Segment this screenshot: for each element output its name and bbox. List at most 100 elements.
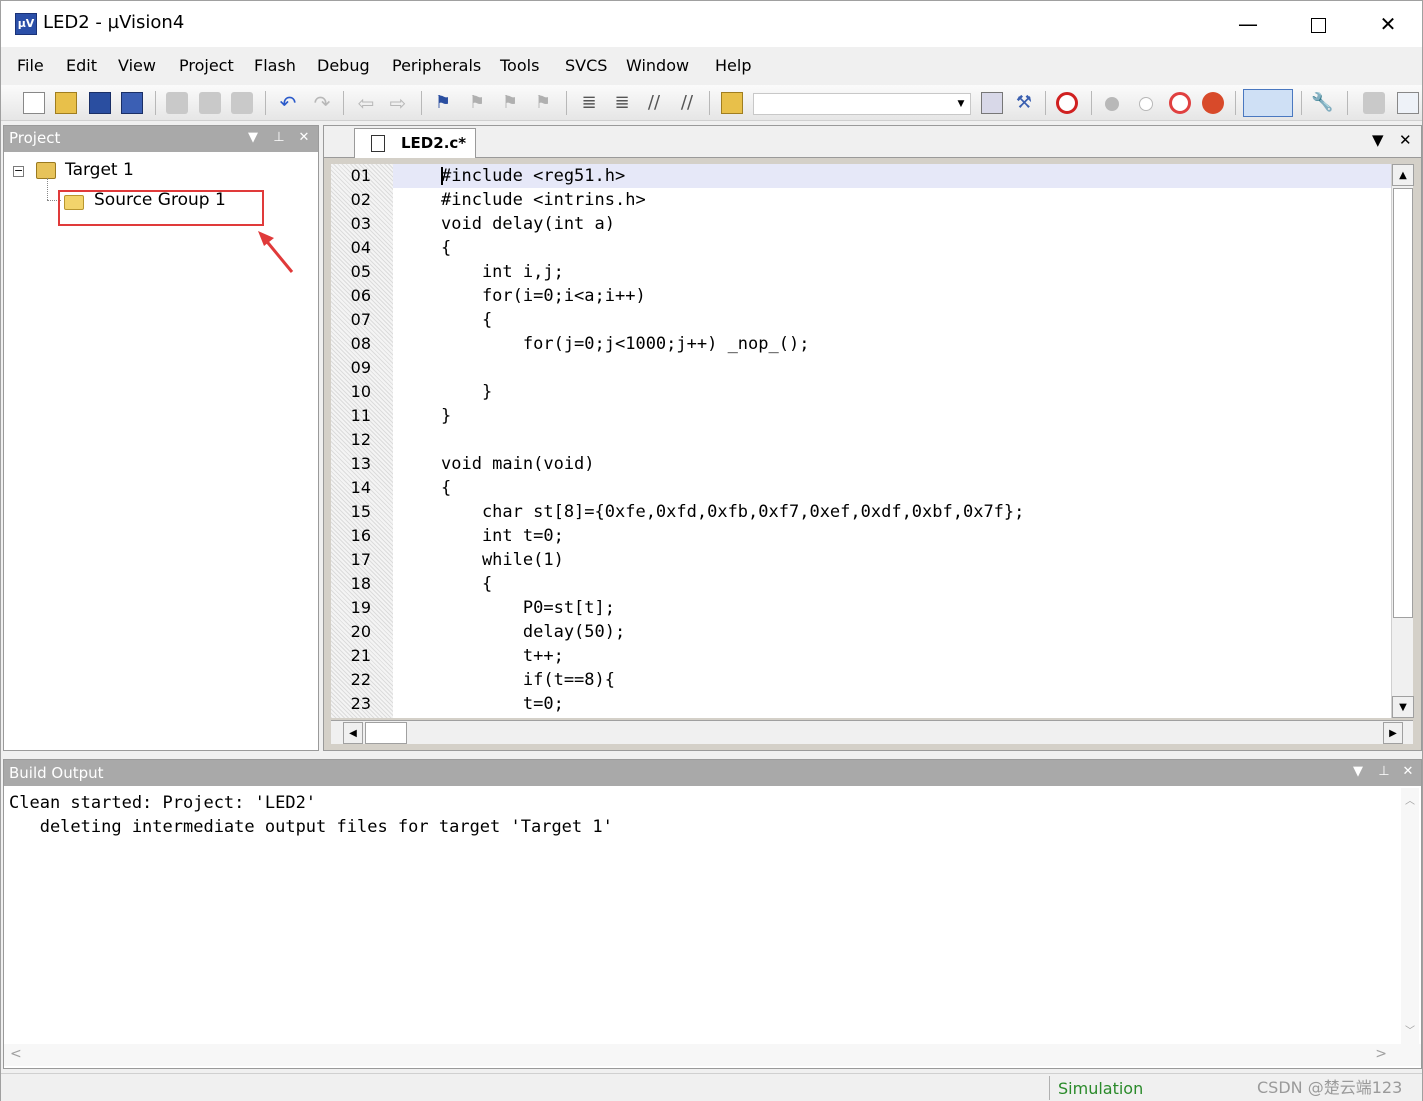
code-line[interactable]: while(1) xyxy=(393,548,1391,572)
code-line[interactable]: void delay(int a) xyxy=(393,212,1391,236)
paste-icon[interactable] xyxy=(231,92,253,114)
build-output-text: Clean started: Project: 'LED2' deleting … xyxy=(9,791,613,839)
panel-close-icon[interactable]: ✕ xyxy=(295,129,313,147)
cut-icon[interactable] xyxy=(166,92,188,114)
build-vertical-scrollbar[interactable]: ︿ ﹀ xyxy=(1401,788,1419,1044)
code-editor[interactable]: #include <reg51.h> #include <intrins.h> vo… xyxy=(393,164,1391,718)
indent-icon[interactable]: ≣ xyxy=(578,92,600,114)
find-in-files-icon[interactable] xyxy=(721,92,743,114)
unindent-icon[interactable]: ≣ xyxy=(611,92,633,114)
code-line[interactable]: #include <intrins.h> xyxy=(393,188,1391,212)
tab-list-icon[interactable]: ▼ xyxy=(1372,131,1384,149)
scroll-left-icon[interactable]: ◀ xyxy=(343,722,363,744)
line-number: 18 xyxy=(350,574,371,593)
scroll-thumb[interactable] xyxy=(1393,188,1413,618)
panel-menu-icon[interactable]: ▼ xyxy=(1349,763,1367,781)
nav-forward-icon[interactable]: ⇨ xyxy=(387,92,409,114)
maximize-icon xyxy=(1310,18,1326,33)
line-numbers: 01 02 03 04 05 06 07 08 09 10 11 12 13 14 15 16 17 18 19 20… xyxy=(331,164,393,716)
new-file-icon[interactable] xyxy=(23,92,45,114)
disable-breakpoint-icon[interactable] xyxy=(1139,97,1153,111)
tree-item-target[interactable]: Target 1 xyxy=(65,160,134,180)
save-icon[interactable] xyxy=(89,92,111,114)
menu-view[interactable]: View xyxy=(118,56,156,75)
code-line[interactable]: } xyxy=(393,380,1391,404)
hscroll-thumb[interactable] xyxy=(365,722,407,744)
start-debug-icon[interactable] xyxy=(1056,92,1078,114)
code-line[interactable]: { xyxy=(393,476,1391,500)
code-line[interactable]: for(j=0;j<1000;j++) _nop_(); xyxy=(393,332,1391,356)
target-combo[interactable]: ▼ xyxy=(753,93,971,115)
menu-window[interactable]: Window xyxy=(626,56,689,75)
code-line[interactable]: char st[8]={0xfe,0xfd,0xfb,0xf7,0xef,0xd… xyxy=(393,500,1391,524)
menu-edit[interactable]: Edit xyxy=(66,56,97,75)
code-line[interactable]: for(i=0;i<a;i++) xyxy=(393,284,1391,308)
vertical-scrollbar[interactable]: ▲ ▼ xyxy=(1391,164,1414,718)
open-folder-icon[interactable] xyxy=(55,92,77,114)
code-line[interactable]: t=0; xyxy=(393,692,1391,716)
menu-project[interactable]: Project xyxy=(179,56,234,75)
code-line[interactable]: void main(void) xyxy=(393,452,1391,476)
scroll-left-icon[interactable]: < xyxy=(10,1046,22,1062)
pin-icon[interactable]: ⊥ xyxy=(270,129,288,147)
code-line[interactable]: { xyxy=(393,308,1391,332)
breakpoint-icon[interactable] xyxy=(1105,97,1119,111)
code-line[interactable]: #include <reg51.h> xyxy=(393,164,1391,188)
disable-all-breakpoints-icon[interactable] xyxy=(1169,92,1191,114)
code-line[interactable]: if(t==8){ xyxy=(393,668,1391,692)
kill-breakpoints-icon[interactable] xyxy=(1202,92,1224,114)
bookmark-clear-icon[interactable]: ⚑ xyxy=(532,92,554,114)
bookmark-next-icon[interactable]: ⚑ xyxy=(499,92,521,114)
incremental-find-icon[interactable]: ⚒ xyxy=(1013,92,1035,114)
build-horizontal-scrollbar[interactable]: < > xyxy=(4,1044,1421,1066)
bookmark-icon[interactable]: ⚑ xyxy=(432,92,454,114)
find-icon[interactable] xyxy=(981,92,1003,114)
code-line[interactable] xyxy=(393,428,1391,452)
menu-help[interactable]: Help xyxy=(715,56,751,75)
comment-icon[interactable]: // xyxy=(643,92,665,114)
minimize-button[interactable]: — xyxy=(1213,1,1283,47)
code-line[interactable]: { xyxy=(393,572,1391,596)
save-all-icon[interactable] xyxy=(121,92,143,114)
code-line[interactable]: delay(50); xyxy=(393,620,1391,644)
pin-icon[interactable]: ⊥ xyxy=(1375,763,1393,781)
code-line[interactable]: t++; xyxy=(393,644,1391,668)
copy-icon[interactable] xyxy=(199,92,221,114)
horizontal-scrollbar[interactable]: ◀ ▶ xyxy=(331,720,1413,744)
configure-icon[interactable]: 🔧 xyxy=(1311,92,1333,114)
code-line[interactable] xyxy=(393,356,1391,380)
code-line[interactable]: int t=0; xyxy=(393,524,1391,548)
menu-debug[interactable]: Debug xyxy=(317,56,370,75)
bookmark-prev-icon[interactable]: ⚑ xyxy=(466,92,488,114)
code-line[interactable]: P0=st[t]; xyxy=(393,596,1391,620)
scroll-up-icon[interactable]: ▲ xyxy=(1392,164,1414,186)
tree-collapse-icon[interactable]: − xyxy=(13,165,24,177)
menu-peripherals[interactable]: Peripherals xyxy=(392,56,481,75)
scroll-right-icon[interactable]: ▶ xyxy=(1383,722,1403,744)
scroll-up-icon[interactable]: ︿ xyxy=(1401,792,1419,810)
tab-close-icon[interactable]: ✕ xyxy=(1399,131,1412,149)
window-layout-icon[interactable] xyxy=(1243,89,1293,117)
menu-svcs[interactable]: SVCS xyxy=(565,56,607,75)
code-line[interactable]: } xyxy=(393,404,1391,428)
load-icon[interactable] xyxy=(1363,92,1385,114)
menu-flash[interactable]: Flash xyxy=(254,56,296,75)
menu-file[interactable]: File xyxy=(17,56,44,75)
scroll-right-icon[interactable]: > xyxy=(1375,1046,1387,1062)
undo-icon[interactable]: ↶ xyxy=(277,92,299,114)
panel-close-icon[interactable]: ✕ xyxy=(1399,763,1417,781)
scroll-down-icon[interactable]: ﹀ xyxy=(1401,1022,1419,1040)
tab-led2-c[interactable]: LED2.c* xyxy=(354,128,476,158)
rebuild-icon[interactable] xyxy=(1397,92,1419,114)
panel-menu-icon[interactable]: ▼ xyxy=(244,129,262,147)
uncomment-icon[interactable]: // xyxy=(676,92,698,114)
nav-back-icon[interactable]: ⇦ xyxy=(355,92,377,114)
close-button[interactable]: ✕ xyxy=(1353,1,1423,47)
code-line[interactable]: { xyxy=(393,236,1391,260)
code-line[interactable]: int i,j; xyxy=(393,260,1391,284)
chevron-down-icon[interactable]: ▼ xyxy=(954,97,968,111)
menu-tools[interactable]: Tools xyxy=(500,56,539,75)
scroll-down-icon[interactable]: ▼ xyxy=(1392,696,1414,718)
maximize-button[interactable] xyxy=(1283,1,1353,47)
redo-icon[interactable]: ↷ xyxy=(311,92,333,114)
